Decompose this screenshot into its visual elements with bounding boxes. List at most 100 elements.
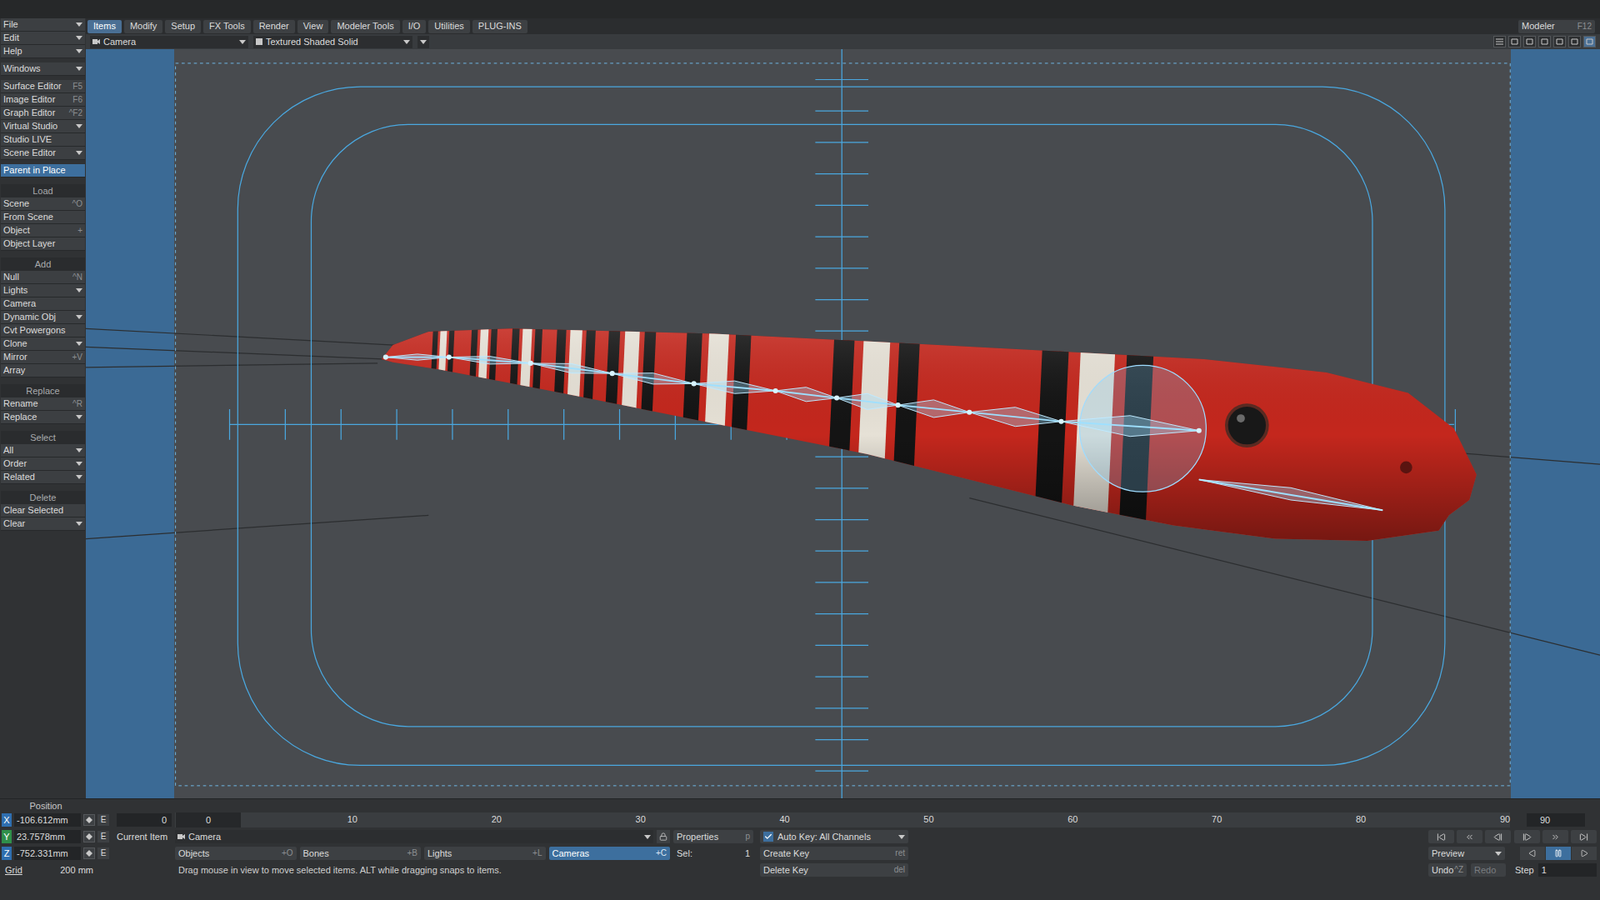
sidebar-button[interactable]: Clone xyxy=(0,337,85,351)
redo-button[interactable]: Redo xyxy=(1470,863,1506,877)
dropdown-arrow-icon xyxy=(75,315,83,320)
viewport-options-button[interactable] xyxy=(417,35,430,49)
modeler-button[interactable]: ModelerF12 xyxy=(1518,20,1595,34)
viewport-control-icon[interactable] xyxy=(1553,35,1566,48)
control-row: Y23.7578mmECurrent ItemCameraPropertiesp… xyxy=(0,828,1600,845)
bone-chain[interactable] xyxy=(383,354,1383,510)
sidebar-button[interactable]: Scene Editor xyxy=(0,146,85,160)
play-reverse-button[interactable] xyxy=(1520,846,1545,860)
sidebar-button[interactable]: Clear xyxy=(0,517,85,531)
sidebar-button[interactable]: Image EditorF6 xyxy=(0,93,85,107)
sidebar-button[interactable]: Lights xyxy=(0,284,85,298)
sidebar-button[interactable]: File xyxy=(0,18,85,32)
keyframe-icon[interactable] xyxy=(83,847,95,860)
sidebar-button[interactable]: Graph Editor^F2 xyxy=(0,106,85,120)
sidebar-button[interactable]: Parent in Place xyxy=(0,164,85,178)
sidebar-button[interactable]: Order xyxy=(0,457,85,471)
keyframe-icon[interactable] xyxy=(83,830,95,843)
viewport-control-icon[interactable] xyxy=(1508,35,1521,48)
viewport-control-icon[interactable] xyxy=(1523,35,1536,48)
viewport-control-icon[interactable] xyxy=(1583,35,1596,48)
envelope-button[interactable]: E xyxy=(97,814,110,826)
view-type-dropdown[interactable]: Camera xyxy=(90,35,249,49)
sidebar-button[interactable]: Rename^R xyxy=(0,397,85,411)
menu-tab[interactable]: Modeler Tools xyxy=(330,20,400,34)
start-frame-input[interactable]: 0 xyxy=(116,813,172,827)
dropdown-arrow-icon xyxy=(420,40,427,45)
axis-value-input[interactable]: 23.7578mm xyxy=(14,830,81,844)
transport-button[interactable] xyxy=(1428,830,1455,844)
sidebar-button[interactable]: Dynamic Obj xyxy=(0,310,85,325)
axis-value-input[interactable]: -106.612mm xyxy=(14,813,81,827)
axis-field: Z-752.331mmE xyxy=(0,846,117,860)
item-type-button[interactable]: Bones+B xyxy=(300,846,422,860)
menu-tab[interactable]: Render xyxy=(253,20,295,34)
menu-tab[interactable]: View xyxy=(297,20,330,34)
sidebar-button[interactable]: Windows xyxy=(0,62,85,76)
timeline-thumb[interactable]: 0 xyxy=(175,812,241,828)
transport-button[interactable] xyxy=(1570,830,1597,844)
menu-tab[interactable]: Utilities xyxy=(428,20,470,34)
item-type-button[interactable]: Objects+O xyxy=(175,846,297,860)
snake-model[interactable] xyxy=(381,305,1477,571)
sidebar-button[interactable]: Mirror+V xyxy=(0,350,85,365)
preview-dropdown[interactable]: Preview xyxy=(1428,846,1505,860)
keyframe-icon[interactable] xyxy=(83,814,95,826)
play-button[interactable] xyxy=(1571,846,1597,860)
menu-tab[interactable]: Items xyxy=(87,20,122,34)
sidebar-button[interactable]: Camera xyxy=(0,297,85,311)
auto-key-toggle[interactable]: Auto Key: All Channels xyxy=(760,830,909,844)
transport-button[interactable] xyxy=(1514,830,1540,844)
viewport-controls xyxy=(1493,35,1596,48)
pause-button[interactable] xyxy=(1545,846,1571,860)
transport-button[interactable] xyxy=(1456,830,1483,844)
sidebar-button[interactable]: Surface EditorF5 xyxy=(0,80,85,94)
end-frame-input[interactable]: 90 xyxy=(1526,813,1585,827)
auto-key-checkbox[interactable] xyxy=(763,831,774,842)
step-input[interactable]: 1 xyxy=(1538,863,1597,877)
camera-icon xyxy=(177,833,185,840)
create-key-button[interactable]: Create Keyret xyxy=(760,846,909,860)
menu-tab[interactable]: Setup xyxy=(165,20,201,34)
properties-button[interactable]: Propertiesp xyxy=(673,830,754,844)
viewport-control-icon[interactable] xyxy=(1538,35,1551,48)
sidebar-button[interactable]: From Scene xyxy=(0,210,85,225)
menu-tab[interactable]: PLUG-INS xyxy=(472,20,528,34)
sidebar-button[interactable]: All xyxy=(0,444,85,458)
item-type-button[interactable]: Cameras+C xyxy=(549,846,671,860)
envelope-button[interactable]: E xyxy=(97,830,110,843)
envelope-button[interactable]: E xyxy=(97,847,110,860)
transport-button[interactable] xyxy=(1485,830,1511,844)
sidebar-button[interactable]: Null^N xyxy=(0,270,85,285)
sidebar-button[interactable]: Clear Selected xyxy=(0,504,85,518)
lock-button[interactable] xyxy=(656,830,670,844)
dropdown-arrow-icon xyxy=(75,66,83,71)
menu-tab[interactable]: Modify xyxy=(124,20,163,34)
viewport-control-icon[interactable] xyxy=(1493,35,1506,48)
item-type-button[interactable]: Lights+L xyxy=(424,846,546,860)
sidebar-button[interactable]: Edit xyxy=(0,31,85,45)
menu-tab[interactable]: I/O xyxy=(402,20,427,34)
menu-tab[interactable]: FX Tools xyxy=(203,20,251,34)
sidebar-button[interactable]: Replace xyxy=(0,410,85,425)
current-item-dropdown[interactable]: Camera xyxy=(175,830,654,844)
sidebar-header: Select xyxy=(0,430,85,445)
render-mode-dropdown[interactable]: Textured Shaded Solid xyxy=(253,35,413,49)
sidebar-button[interactable]: Array xyxy=(0,364,85,378)
sidebar-button[interactable]: Cvt Powergons xyxy=(0,324,85,338)
sidebar-button[interactable]: Scene^O xyxy=(0,197,85,211)
viewport-canvas[interactable] xyxy=(85,49,1600,799)
transport-button[interactable] xyxy=(1542,830,1569,844)
sidebar-button[interactable]: Object+ xyxy=(0,224,85,238)
viewport-margin-right xyxy=(1510,49,1600,799)
sidebar-button[interactable]: Virtual Studio xyxy=(0,120,85,134)
viewport-control-icon[interactable] xyxy=(1568,35,1581,48)
timeline-ruler[interactable]: 0102030405060708090 xyxy=(175,812,1510,828)
delete-key-button[interactable]: Delete Keydel xyxy=(760,863,909,877)
sidebar-button[interactable]: Object Layer xyxy=(0,237,85,251)
sidebar-button[interactable]: Help xyxy=(0,45,85,59)
sidebar-button[interactable]: Related xyxy=(0,470,85,485)
axis-value-input[interactable]: -752.331mm xyxy=(14,846,81,860)
undo-button[interactable]: Undo^Z xyxy=(1428,863,1467,877)
sidebar-button[interactable]: Studio LIVE xyxy=(0,133,85,147)
